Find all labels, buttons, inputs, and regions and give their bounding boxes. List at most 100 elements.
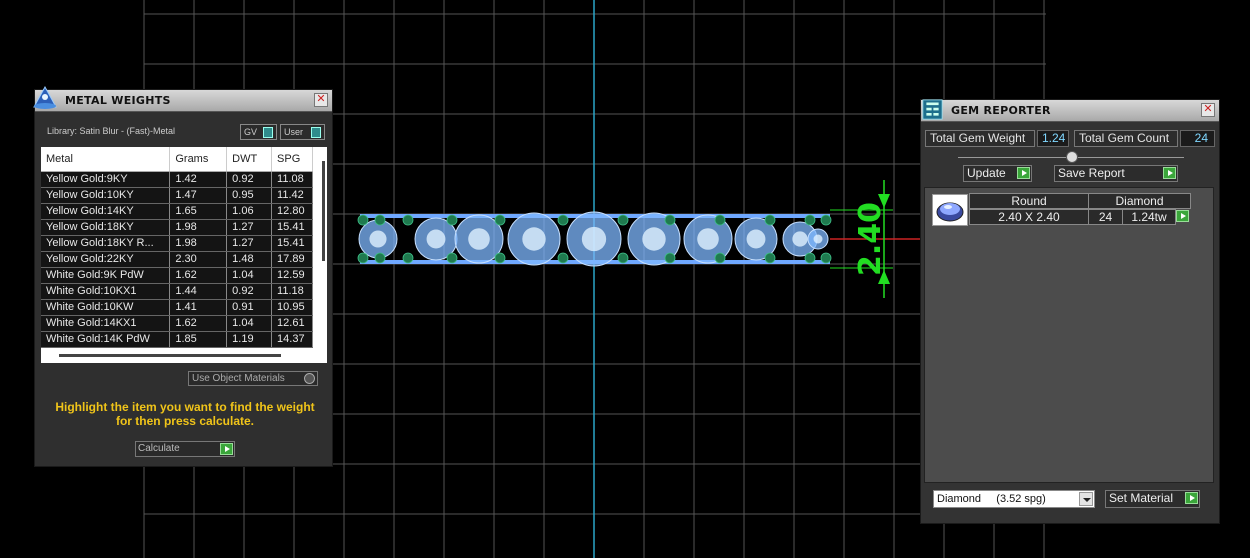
table-row[interactable]: Yellow Gold:18KY R... 1.98 1.27 15.41 [41,235,313,252]
table-row[interactable]: Yellow Gold:9KY 1.42 0.92 11.08 [41,171,313,188]
metal-weights-panel: METAL WEIGHTS ✕ Library: Satin Blur - (F… [33,86,333,467]
material-select-value: Diamond (3.52 spg) [937,493,1046,505]
table-row[interactable]: Yellow Gold:22KY 2.30 1.48 17.89 [41,251,313,268]
total-gem-weight-label: Total Gem Weight [925,130,1035,147]
table-cell: 1.27 [226,219,273,236]
table-cell: Yellow Gold:22KY [41,251,171,268]
table-cell: 1.27 [226,235,273,252]
table-cell: White Gold:14KX1 [41,315,171,332]
gem-shape-cell[interactable]: Round [969,193,1089,209]
metal-table-container[interactable]: Metal Grams DWT SPG Yellow Gold:9KY 1.42 0.92… [41,147,327,363]
gem-reporter-app-icon [922,99,943,120]
table-row[interactable]: White Gold:14KX1 1.62 1.04 12.61 [41,315,313,332]
table-cell: 1.62 [169,315,228,332]
user-toggle-label: User [284,127,304,137]
table-row[interactable]: White Gold:14K PdW 1.85 1.19 14.37 [41,331,313,348]
gem-row [358,211,829,267]
chevron-down-icon [1079,492,1093,506]
play-arrow-icon [1185,492,1198,504]
metal-weights-close-icon[interactable]: ✕ [314,93,328,107]
table-row[interactable]: White Gold:10KW 1.41 0.91 10.95 [41,299,313,316]
table-cell: 1.04 [226,267,273,284]
save-report-label: Save Report [1058,166,1125,180]
table-cell: Yellow Gold:14KY [41,203,171,220]
table-cell: 1.47 [169,187,228,204]
table-cell: 17.89 [271,251,313,268]
round-gem-icon [936,202,964,222]
user-toggle-knob-icon [311,126,321,138]
play-arrow-icon [220,443,233,455]
metal-col-header[interactable]: DWT [226,147,273,172]
gem-entry-thumbnail[interactable] [932,194,968,226]
gv-toggle[interactable]: GV [240,124,278,140]
metal-table-header: Metal Grams DWT SPG [41,147,313,172]
table-cell: 11.08 [271,171,313,188]
table-cell: Yellow Gold:18KY [41,219,171,236]
table-cell: 0.95 [226,187,273,204]
table-cell: 11.18 [271,283,313,300]
total-gem-weight-value: 1.24 [1037,130,1069,147]
metal-col-header[interactable]: Grams [169,147,228,172]
gem-count-cell[interactable]: 24 [1088,209,1123,225]
user-toggle[interactable]: User [280,124,325,140]
play-arrow-icon [1163,167,1176,179]
total-gem-count-label: Total Gem Count [1074,130,1178,147]
instruction-text: Highlight the item you want to find the … [43,400,327,428]
table-cell: 12.61 [271,315,313,332]
save-report-button[interactable]: Save Report [1054,165,1178,182]
table-cell: 1.98 [169,219,228,236]
table-cell: White Gold:10KX1 [41,283,171,300]
table-row[interactable]: Yellow Gold:10KY 1.47 0.95 11.42 [41,187,313,204]
table-row[interactable]: White Gold:10KX1 1.44 0.92 11.18 [41,283,313,300]
metal-table-vertical-scrollbar[interactable] [322,161,325,261]
gem-entry-action-button[interactable] [1175,209,1191,225]
update-button[interactable]: Update [963,165,1032,182]
set-material-button[interactable]: Set Material [1105,490,1200,508]
metal-table-horizontal-scrollbar[interactable] [59,354,281,357]
table-cell: 1.42 [169,171,228,188]
metal-col-header[interactable]: Metal [41,147,171,172]
metal-weights-titlebar[interactable]: METAL WEIGHTS ✕ [33,86,332,112]
table-cell: 1.62 [169,267,228,284]
table-cell: 1.65 [169,203,228,220]
gem-reporter-titlebar[interactable]: GEM REPORTER ✕ [921,99,1219,122]
table-cell: 1.04 [226,315,273,332]
table-row[interactable]: Yellow Gold:18KY 1.98 1.27 15.41 [41,219,313,236]
table-cell: 2.30 [169,251,228,268]
metal-table: Metal Grams DWT SPG Yellow Gold:9KY 1.42 0.92… [41,147,313,348]
table-cell: 0.92 [226,171,273,188]
gem-reporter-close-icon[interactable]: ✕ [1201,103,1215,117]
table-cell: 14.37 [271,331,313,348]
table-cell: Yellow Gold:18KY R... [41,235,171,252]
gem-material-cell[interactable]: Diamond [1088,193,1191,209]
gem-weight-cell[interactable]: 1.24tw [1122,209,1176,225]
use-object-materials-button[interactable]: Use Object Materials [188,371,318,386]
table-cell: 10.95 [271,299,313,316]
library-label: Library: Satin Blur - (Fast)-Metal [47,126,176,136]
gem-size-cell[interactable]: 2.40 X 2.40 [969,209,1089,225]
gem-list[interactable]: Round Diamond 2.40 X 2.40 24 1.24tw [924,187,1214,483]
material-select[interactable]: Diamond (3.52 spg) [933,490,1095,508]
table-cell: 15.41 [271,219,313,236]
metal-weights-title: METAL WEIGHTS [65,94,171,107]
instruction-line-2: for then press calculate. [115,414,255,428]
report-slider-knob[interactable] [1066,151,1078,163]
table-cell: 0.92 [226,283,273,300]
table-cell: 1.19 [226,331,273,348]
table-cell: 12.80 [271,203,313,220]
metal-weights-app-icon [33,86,57,109]
dimension-label: 2.40 [853,202,888,276]
total-gem-count-value: 24 [1180,130,1215,147]
gv-toggle-knob-icon [263,126,274,138]
table-cell: 0.91 [226,299,273,316]
play-arrow-icon [1176,210,1189,222]
calculate-button[interactable]: Calculate [135,441,235,457]
table-cell: White Gold:14K PdW [41,331,171,348]
table-row[interactable]: Yellow Gold:14KY 1.65 1.06 12.80 [41,203,313,220]
table-cell: Yellow Gold:10KY [41,187,171,204]
use-object-materials-label: Use Object Materials [192,373,285,384]
metal-col-header[interactable]: SPG [271,147,313,172]
table-row[interactable]: White Gold:9K PdW 1.62 1.04 12.59 [41,267,313,284]
set-material-label: Set Material [1109,491,1174,505]
table-cell: Yellow Gold:9KY [41,171,171,188]
